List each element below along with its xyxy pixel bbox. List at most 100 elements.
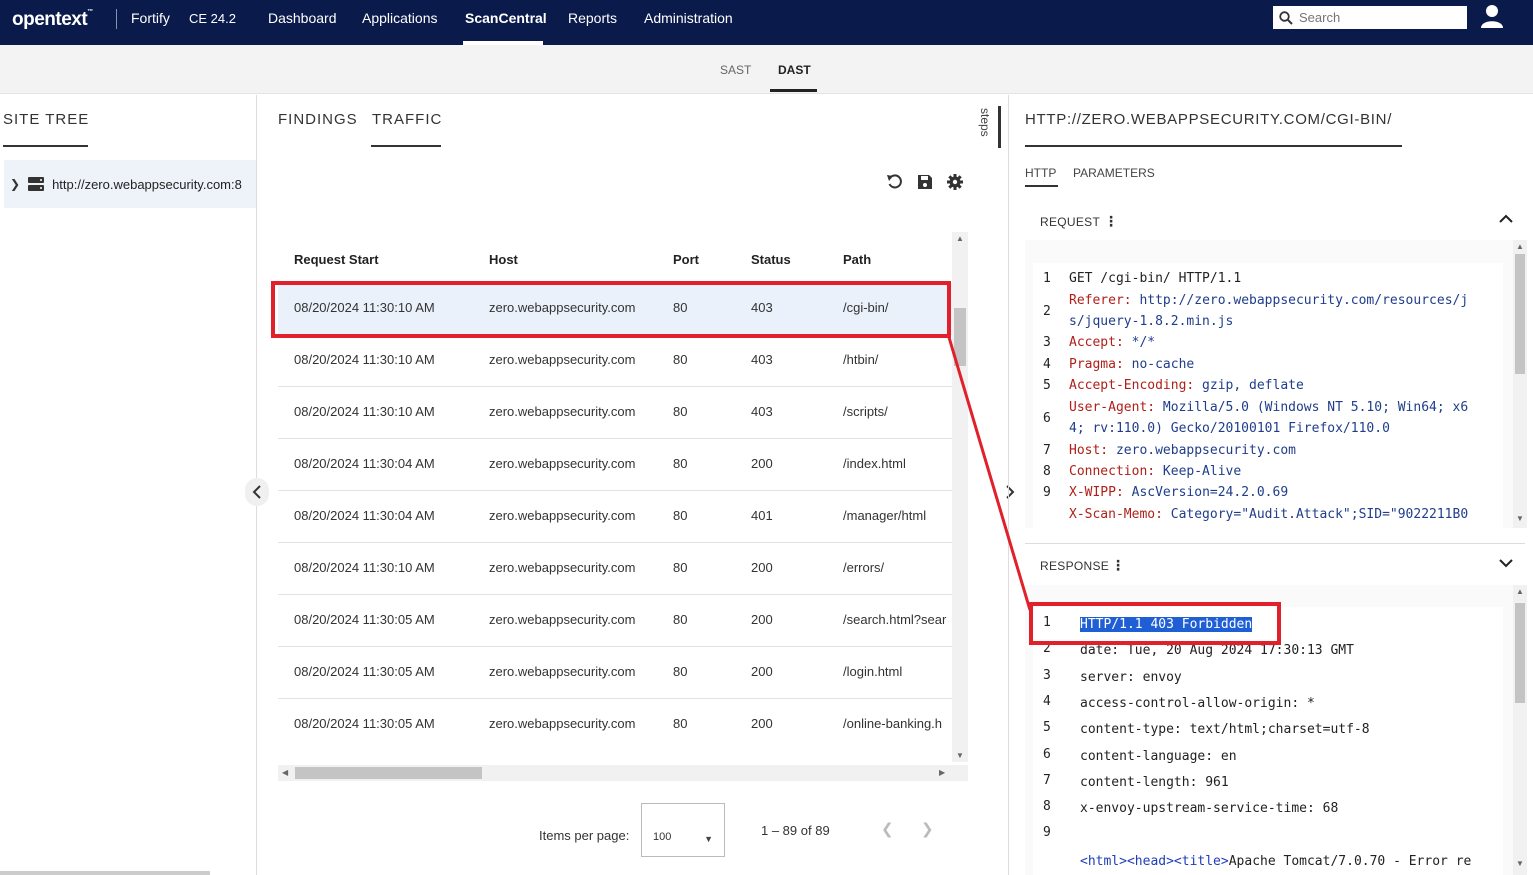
previous-page-button[interactable]: ❮ bbox=[881, 820, 894, 838]
scrollbar-thumb[interactable] bbox=[295, 767, 482, 779]
table-header: Request Start Host Port Status Path bbox=[278, 232, 952, 282]
refresh-icon[interactable] bbox=[886, 173, 904, 191]
nav-administration[interactable]: Administration bbox=[644, 10, 733, 26]
tab-parameters[interactable]: PARAMETERS bbox=[1073, 166, 1155, 180]
nav-applications[interactable]: Applications bbox=[362, 10, 438, 26]
scroll-left-arrow[interactable]: ◀ bbox=[282, 768, 288, 777]
response-menu-icon[interactable]: ⋮ bbox=[1111, 557, 1125, 574]
table-row[interactable]: 08/20/2024 11:30:05 AM zero.webappsecurit… bbox=[278, 647, 952, 699]
scrollbar-thumb[interactable] bbox=[1515, 254, 1525, 374]
request-code-line: Host: zero.webappsecurity.com bbox=[1069, 443, 1296, 458]
product-name: Fortify bbox=[131, 10, 170, 26]
logo-trademark: ™ bbox=[87, 9, 93, 15]
response-code-line: x-envoy-upstream-service-time: 68 bbox=[1080, 801, 1339, 817]
table-row[interactable]: 08/20/2024 11:30:05 AM zero.webappsecurit… bbox=[278, 595, 952, 647]
chevron-right-icon[interactable]: ❯ bbox=[10, 177, 20, 191]
steps-toggle[interactable]: steps bbox=[978, 108, 992, 137]
scroll-down-arrow[interactable]: ▼ bbox=[1516, 859, 1524, 868]
items-per-page-select[interactable]: 100 ▼ bbox=[641, 803, 725, 857]
table-row[interactable]: 08/20/2024 11:30:05 AM zero.webappsecurit… bbox=[278, 699, 952, 747]
col-request-start[interactable]: Request Start bbox=[294, 252, 379, 267]
request-code-line: User-Agent: Mozilla/5.0 (Windows NT 5.10… bbox=[1069, 400, 1468, 415]
port-cell: 80 bbox=[673, 456, 688, 471]
line-number: 5 bbox=[1043, 378, 1051, 393]
col-path[interactable]: Path bbox=[843, 252, 871, 267]
annotation-connector-line bbox=[946, 333, 1032, 611]
host-cell: zero.webappsecurity.com bbox=[489, 612, 636, 627]
request-start-cell: 08/20/2024 11:30:04 AM bbox=[294, 508, 435, 523]
tab-sast[interactable]: SAST bbox=[720, 63, 751, 77]
save-icon[interactable] bbox=[916, 173, 934, 191]
tab-dast[interactable]: DAST bbox=[778, 63, 811, 77]
line-number: 6 bbox=[1043, 411, 1051, 426]
request-code[interactable]: 1 GET /cgi-bin/ HTTP/1.1 2 Referer: http://… bbox=[1033, 263, 1503, 528]
dropdown-arrow-icon: ▼ bbox=[704, 834, 713, 844]
chevron-left-icon bbox=[252, 485, 261, 499]
search-input[interactable] bbox=[1299, 10, 1459, 25]
gear-icon[interactable] bbox=[946, 173, 964, 191]
opentext-logo[interactable]: opentext™ bbox=[12, 9, 93, 31]
table-row[interactable]: 08/20/2024 11:30:10 AM zero.webappsecurit… bbox=[278, 543, 952, 595]
table-row[interactable]: 08/20/2024 11:30:10 AM zero.webappsecurit… bbox=[278, 335, 952, 387]
scroll-up-arrow[interactable]: ▲ bbox=[1516, 587, 1524, 596]
table-horizontal-scrollbar[interactable]: ◀ ▶ bbox=[278, 765, 968, 781]
table-row[interactable]: 08/20/2024 11:30:10 AM zero.webappsecurit… bbox=[278, 387, 952, 439]
chevron-up-icon[interactable] bbox=[1499, 212, 1513, 226]
status-cell: 200 bbox=[751, 716, 773, 731]
nav-dashboard[interactable]: Dashboard bbox=[268, 10, 337, 26]
tab-findings[interactable]: FINDINGS bbox=[278, 111, 358, 128]
header-key: Pragma: bbox=[1069, 357, 1124, 372]
path-cell: /search.html?sear bbox=[843, 612, 947, 627]
request-menu-icon[interactable]: ⋮ bbox=[1104, 213, 1118, 230]
header-value: http://zero.webappsecurity.com/resources… bbox=[1131, 293, 1469, 308]
line-number: 1 bbox=[1043, 271, 1051, 286]
tab-http[interactable]: HTTP bbox=[1025, 166, 1056, 180]
response-vertical-scrollbar[interactable]: ▲ ▼ bbox=[1513, 585, 1527, 875]
response-title: RESPONSE bbox=[1040, 559, 1110, 573]
scroll-up-arrow[interactable]: ▲ bbox=[956, 234, 964, 243]
table-row[interactable]: 08/20/2024 11:30:04 AM zero.webappsecurit… bbox=[278, 491, 952, 543]
scroll-down-arrow[interactable]: ▼ bbox=[1516, 514, 1524, 523]
status-cell: 200 bbox=[751, 612, 773, 627]
scroll-up-arrow[interactable]: ▲ bbox=[1516, 242, 1524, 251]
request-start-cell: 08/20/2024 11:30:10 AM bbox=[294, 404, 435, 419]
nav-reports[interactable]: Reports bbox=[568, 10, 617, 26]
left-horizontal-scrollbar[interactable] bbox=[0, 871, 210, 875]
status-cell: 200 bbox=[751, 560, 773, 575]
col-host[interactable]: Host bbox=[489, 252, 518, 267]
traffic-tab-underline bbox=[371, 145, 441, 147]
search-box[interactable] bbox=[1273, 6, 1467, 29]
request-vertical-scrollbar[interactable]: ▲ ▼ bbox=[1513, 240, 1527, 528]
request-section-header[interactable]: REQUEST ⋮ bbox=[1025, 203, 1525, 241]
collapse-left-button[interactable] bbox=[245, 478, 269, 506]
request-code-line: Referer: http://zero.webappsecurity.com/… bbox=[1069, 293, 1468, 308]
host-cell: zero.webappsecurity.com bbox=[489, 352, 636, 367]
user-avatar-icon[interactable] bbox=[1480, 4, 1504, 28]
chevron-down-icon[interactable] bbox=[1499, 556, 1513, 570]
request-code-continuation: 4; rv:110.0) Gecko/20100101 Firefox/110.… bbox=[1069, 421, 1390, 436]
items-per-page-label: Items per page: bbox=[539, 828, 630, 843]
header-value: */* bbox=[1123, 335, 1156, 350]
steps-bar bbox=[998, 106, 1001, 148]
request-start-cell: 08/20/2024 11:30:05 AM bbox=[294, 612, 435, 627]
col-status[interactable]: Status bbox=[751, 252, 791, 267]
header-key: Accept: bbox=[1069, 335, 1124, 350]
col-port[interactable]: Port bbox=[673, 252, 699, 267]
host-cell: zero.webappsecurity.com bbox=[489, 664, 636, 679]
host-cell: zero.webappsecurity.com bbox=[489, 456, 636, 471]
nav-scancentral[interactable]: ScanCentral bbox=[465, 10, 547, 26]
scrollbar-thumb[interactable] bbox=[1515, 603, 1525, 703]
response-section-header[interactable]: RESPONSE ⋮ bbox=[1025, 547, 1525, 585]
next-page-button[interactable]: ❯ bbox=[921, 820, 934, 838]
scroll-right-arrow[interactable]: ▶ bbox=[939, 768, 945, 777]
header-key: Connection: bbox=[1069, 464, 1156, 479]
header-value: no-cache bbox=[1123, 357, 1195, 372]
port-cell: 80 bbox=[673, 508, 688, 523]
header-key: Host: bbox=[1069, 443, 1109, 458]
scroll-down-arrow[interactable]: ▼ bbox=[956, 751, 964, 760]
table-row[interactable]: 08/20/2024 11:30:04 AM zero.webappsecurit… bbox=[278, 439, 952, 491]
tab-traffic[interactable]: TRAFFIC bbox=[372, 111, 442, 128]
line-number: 2 bbox=[1043, 304, 1051, 319]
site-tree-item[interactable]: ❯ http://zero.webappsecurity.com:8 bbox=[4, 160, 256, 208]
response-code[interactable]: 1 HTTP/1.1 403 Forbidden 2 date: Tue, 20 Au… bbox=[1033, 607, 1503, 875]
